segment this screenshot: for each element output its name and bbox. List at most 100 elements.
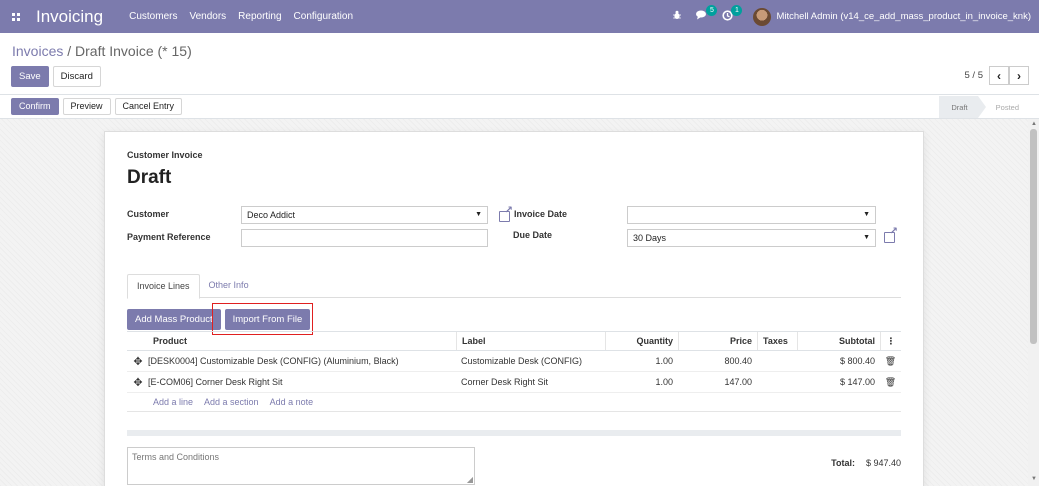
- user-menu[interactable]: Mitchell Admin (v14_ce_add_mass_product_…: [753, 7, 1031, 26]
- row-taxes: [757, 372, 797, 392]
- navbar-systray: 5 1 Mitchell Admin (v14_ce_add_mass_prod…: [672, 0, 1031, 33]
- preview-button[interactable]: Preview: [62, 98, 111, 115]
- payment-reference-label: Payment Reference: [127, 232, 211, 242]
- invoice-date-field[interactable]: ▼: [627, 206, 876, 224]
- add-line-links: Add a line Add a section Add a note: [127, 393, 901, 412]
- top-navbar: Invoicing Customers Vendors Reporting Co…: [0, 0, 1039, 33]
- activities-badge: 1: [731, 4, 743, 16]
- status-actions: Confirm Preview Cancel Entry: [11, 98, 183, 115]
- total-label: Total:: [831, 458, 855, 468]
- row-product: [DESK0004] Customizable Desk (CONFIG) (A…: [148, 356, 399, 366]
- table-row[interactable]: ✥ [E-COM06] Corner Desk Right Sit Corner …: [127, 372, 901, 393]
- pager: 5 / 5 ‹ ›: [965, 66, 1029, 85]
- terms-and-conditions-field[interactable]: Terms and Conditions ◢: [127, 447, 475, 485]
- stage-bar: Draft Posted: [939, 96, 1029, 118]
- column-price[interactable]: Price: [678, 332, 757, 350]
- drag-handle-icon[interactable]: ✥: [132, 376, 144, 389]
- breadcrumb: Invoices / Draft Invoice (* 15): [12, 43, 192, 59]
- external-link-icon[interactable]: [884, 226, 898, 243]
- page-title: Draft: [127, 167, 172, 188]
- invoice-date-label: Invoice Date: [514, 209, 568, 219]
- row-price: 147.00: [724, 377, 752, 387]
- chevron-down-icon[interactable]: ▼: [475, 211, 482, 218]
- table-header: Product Label Quantity Price Taxes Subto…: [127, 331, 901, 351]
- discard-button[interactable]: Discard: [52, 66, 101, 87]
- customer-field[interactable]: Deco Addict ▼: [241, 206, 488, 224]
- menu-item-reporting[interactable]: Reporting: [238, 11, 281, 22]
- breadcrumb-invoices[interactable]: Invoices: [12, 43, 63, 59]
- cancel-entry-button[interactable]: Cancel Entry: [114, 98, 183, 115]
- pager-previous-icon[interactable]: ‹: [989, 66, 1009, 85]
- scrollbar-thumb[interactable]: [1030, 129, 1037, 344]
- due-date-field[interactable]: 30 Days ▼: [627, 229, 876, 247]
- chevron-down-icon[interactable]: ▼: [863, 234, 870, 241]
- add-line-link[interactable]: Add a line: [153, 397, 193, 407]
- terms-placeholder: Terms and Conditions: [132, 452, 220, 462]
- row-product: [E-COM06] Corner Desk Right Sit: [148, 377, 283, 387]
- row-subtotal: $ 800.40: [839, 356, 875, 366]
- pager-next-icon[interactable]: ›: [1009, 66, 1029, 85]
- stage-draft: Draft: [939, 96, 986, 118]
- row-quantity: 1.00: [655, 356, 673, 366]
- app-name[interactable]: Invoicing: [36, 7, 103, 27]
- scroll-up-icon[interactable]: ▲: [1031, 121, 1037, 127]
- messages-icon[interactable]: 5: [696, 5, 718, 23]
- column-quantity[interactable]: Quantity: [605, 332, 678, 350]
- column-product[interactable]: Product: [127, 332, 456, 350]
- statusbar: Confirm Preview Cancel Entry Draft Poste…: [0, 96, 1039, 119]
- avatar: [753, 7, 772, 26]
- save-button[interactable]: Save: [11, 66, 49, 87]
- customer-value: Deco Addict: [247, 210, 296, 220]
- breadcrumb-separator: /: [63, 43, 76, 59]
- customer-label: Customer: [127, 209, 170, 219]
- drag-handle-icon[interactable]: ✥: [132, 355, 144, 368]
- total-value: $ 947.40: [865, 458, 901, 468]
- row-price: 800.40: [724, 356, 752, 366]
- due-date-value: 30 Days: [633, 233, 667, 243]
- tab-invoice-lines[interactable]: Invoice Lines: [127, 274, 200, 299]
- invoice-sheet: Customer Invoice Draft Customer Deco Add…: [104, 131, 924, 486]
- column-taxes[interactable]: Taxes: [757, 332, 797, 350]
- resize-handle-icon[interactable]: ◢: [467, 475, 473, 484]
- invoice-lines-table: Product Label Quantity Price Taxes Subto…: [127, 331, 901, 412]
- column-label[interactable]: Label: [456, 332, 605, 350]
- add-mass-product-button[interactable]: Add Mass Product: [127, 309, 221, 330]
- invoice-total: Total: $ 947.40: [831, 458, 901, 468]
- user-name: Mitchell Admin (v14_ce_add_mass_product_…: [776, 11, 1031, 22]
- trash-icon[interactable]: 🗑: [885, 356, 896, 367]
- menu-item-customers[interactable]: Customers: [129, 11, 177, 22]
- notebook-tabs: Invoice Lines Other Info: [127, 274, 901, 299]
- apps-menu-icon[interactable]: [2, 0, 30, 33]
- chevron-down-icon[interactable]: ▼: [863, 211, 870, 218]
- confirm-button[interactable]: Confirm: [11, 98, 59, 115]
- scrollbar[interactable]: [1028, 119, 1039, 486]
- breadcrumb-current: Draft Invoice (* 15): [75, 43, 192, 59]
- external-link-icon[interactable]: [499, 205, 513, 222]
- row-taxes: [757, 351, 797, 371]
- document-type: Customer Invoice: [127, 150, 203, 160]
- add-note-link[interactable]: Add a note: [270, 397, 314, 407]
- tab-other-info[interactable]: Other Info: [200, 274, 258, 297]
- row-label: Corner Desk Right Sit: [461, 377, 549, 387]
- messages-badge: 5: [706, 5, 718, 16]
- trash-icon[interactable]: 🗑: [885, 377, 896, 388]
- column-subtotal[interactable]: Subtotal: [797, 332, 880, 350]
- payment-reference-field[interactable]: [241, 229, 488, 247]
- add-section-link[interactable]: Add a section: [204, 397, 259, 407]
- menu-item-configuration[interactable]: Configuration: [294, 11, 353, 22]
- stage-posted: Posted: [995, 102, 1019, 112]
- activities-icon[interactable]: 1: [722, 4, 743, 24]
- row-quantity: 1.00: [655, 377, 673, 387]
- form-buttons: Save Discard: [11, 66, 101, 87]
- optional-columns-icon[interactable]: ⋮: [880, 332, 901, 350]
- scroll-down-icon[interactable]: ▼: [1031, 476, 1037, 482]
- due-date-label: Due Date: [513, 230, 553, 240]
- pager-value[interactable]: 5 / 5: [965, 70, 984, 81]
- control-panel: Invoices / Draft Invoice (* 15) Save Dis…: [0, 33, 1039, 95]
- menu-item-vendors[interactable]: Vendors: [189, 11, 226, 22]
- main-menu: Customers Vendors Reporting Configuratio…: [129, 11, 353, 22]
- section-divider: [127, 430, 901, 436]
- row-label: Customizable Desk (CONFIG): [461, 356, 583, 366]
- table-row[interactable]: ✥ [DESK0004] Customizable Desk (CONFIG) (…: [127, 351, 901, 372]
- bug-icon[interactable]: [672, 10, 682, 23]
